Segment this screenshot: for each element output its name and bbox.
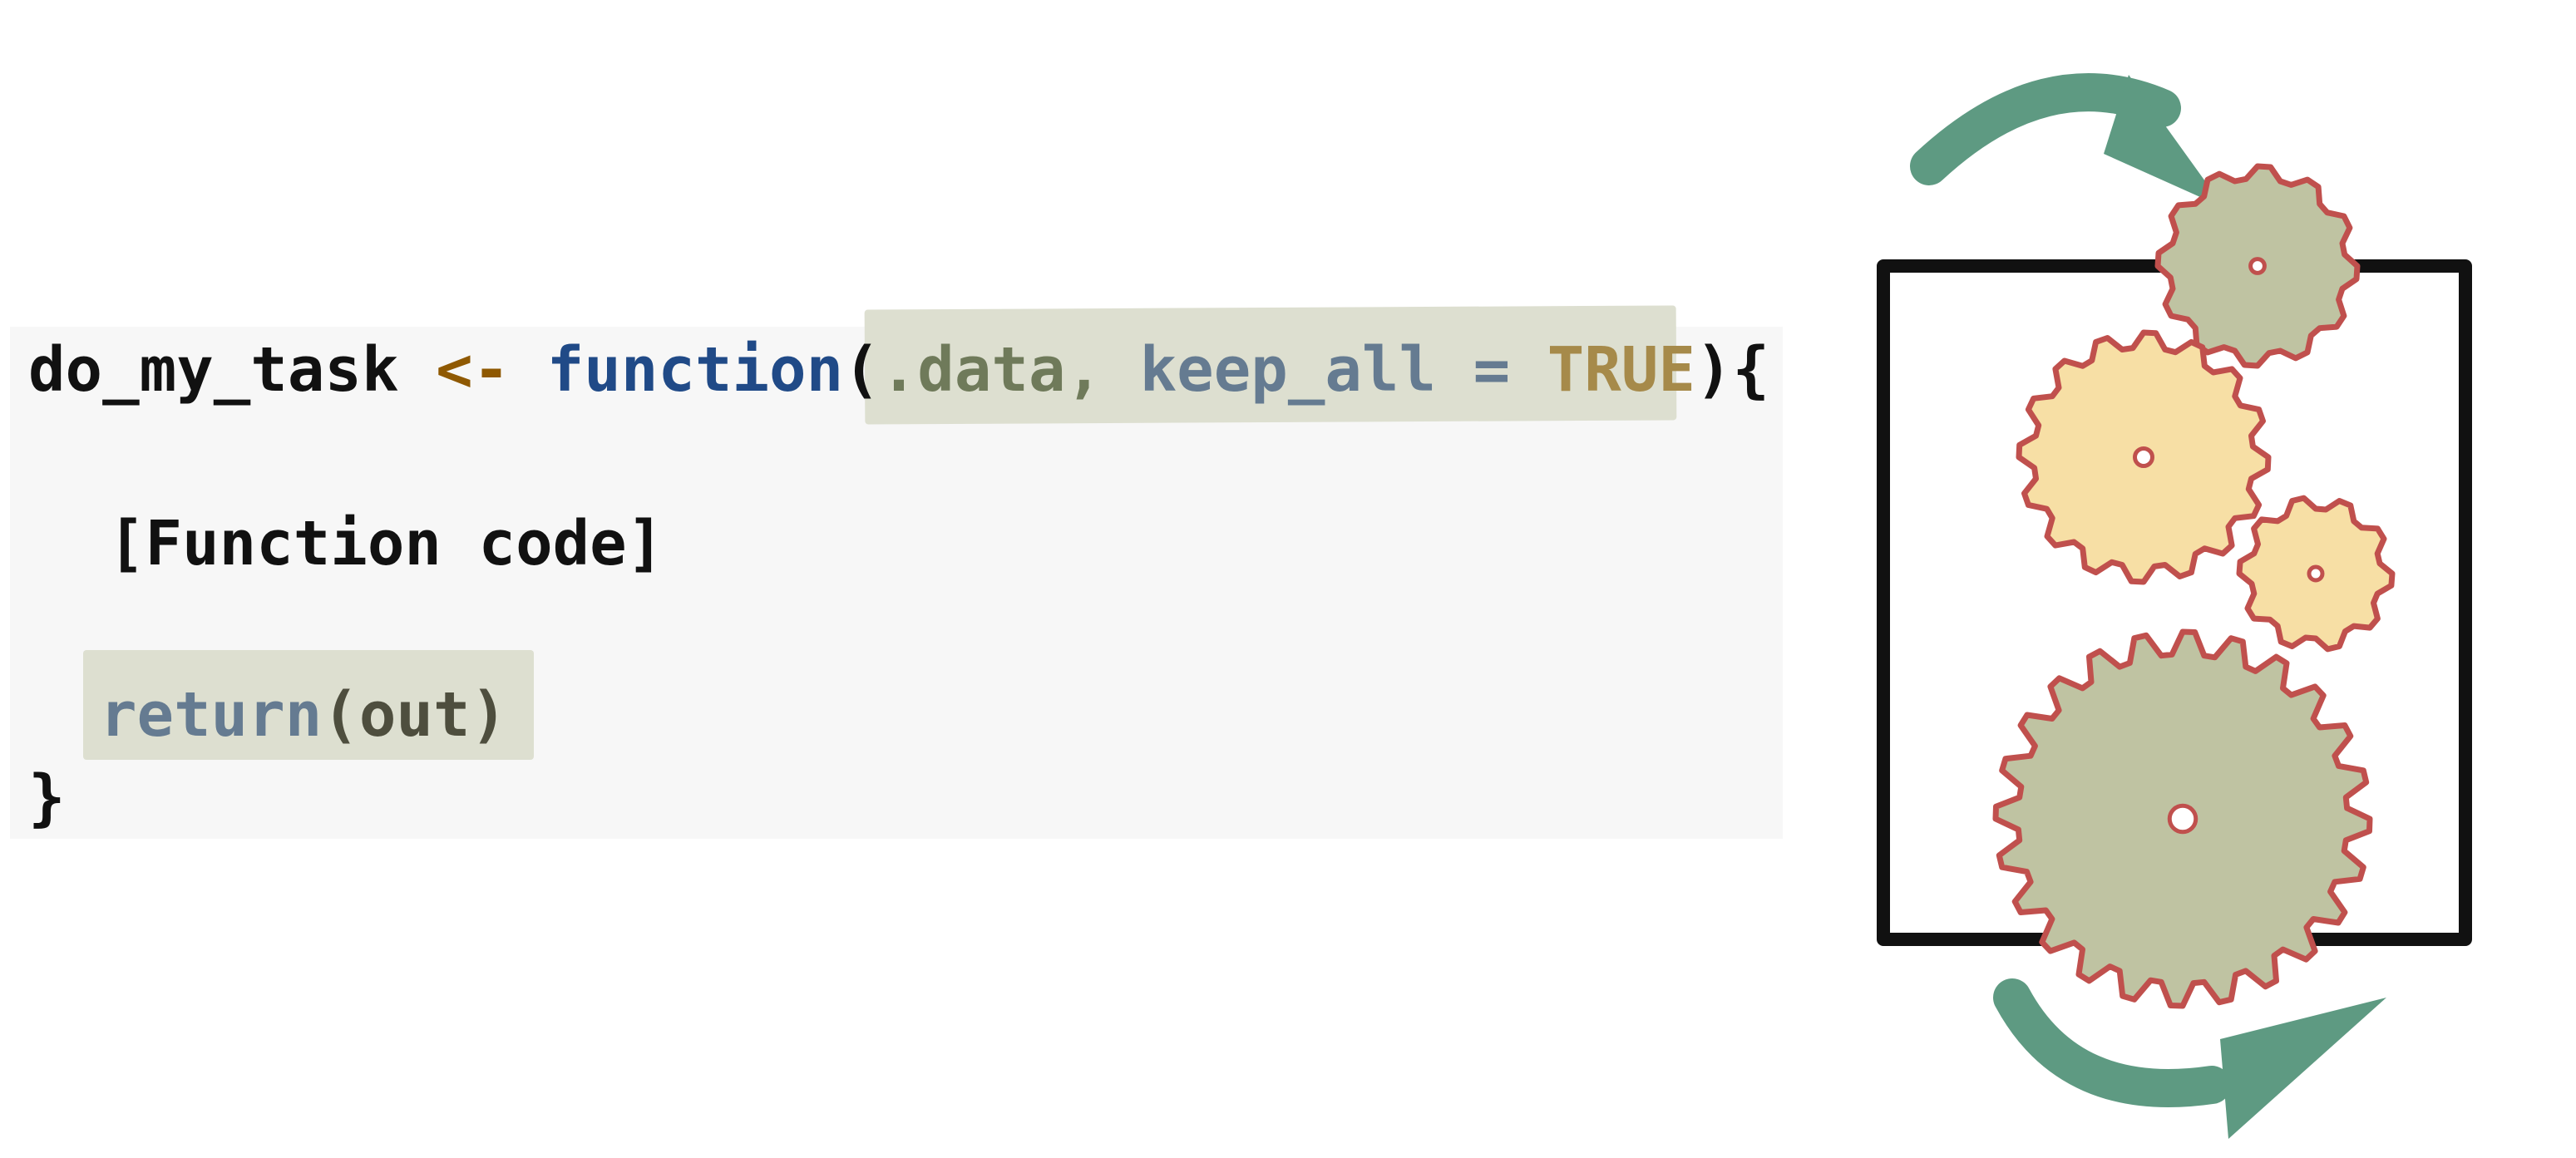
gear-small-icon [2236, 495, 2396, 653]
gears-in-box-icon [1877, 73, 2472, 1139]
gear-large-icon [1992, 628, 2373, 1009]
open-paren: ( [843, 334, 881, 406]
top-arrow-icon [1910, 73, 2224, 208]
return-keyword: return [100, 679, 323, 751]
gear-top-icon [2154, 163, 2361, 369]
close-paren-brace: ){ [1695, 334, 1770, 406]
function-keyword: function [546, 334, 844, 406]
argument-equals: = [1436, 334, 1547, 406]
gear-yellow-icon [2016, 329, 2272, 585]
code-line-closing-brace: } [28, 762, 66, 834]
keep-all-argument: keep_all [1139, 334, 1437, 406]
argument-default-value: TRUE [1547, 334, 1695, 406]
code-line-function-definition: do_my_task <- function(.data, keep_all =… [28, 339, 1769, 401]
function-name: do_my_task [28, 334, 399, 406]
data-argument: .data, [880, 334, 1140, 406]
return-args: (out) [322, 679, 508, 751]
code-line-return: return(out) [100, 684, 507, 746]
assign-operator: <- [398, 334, 547, 406]
bottom-arrow-icon [1993, 978, 2386, 1139]
code-line-function-body: [Function code] [108, 508, 664, 579]
